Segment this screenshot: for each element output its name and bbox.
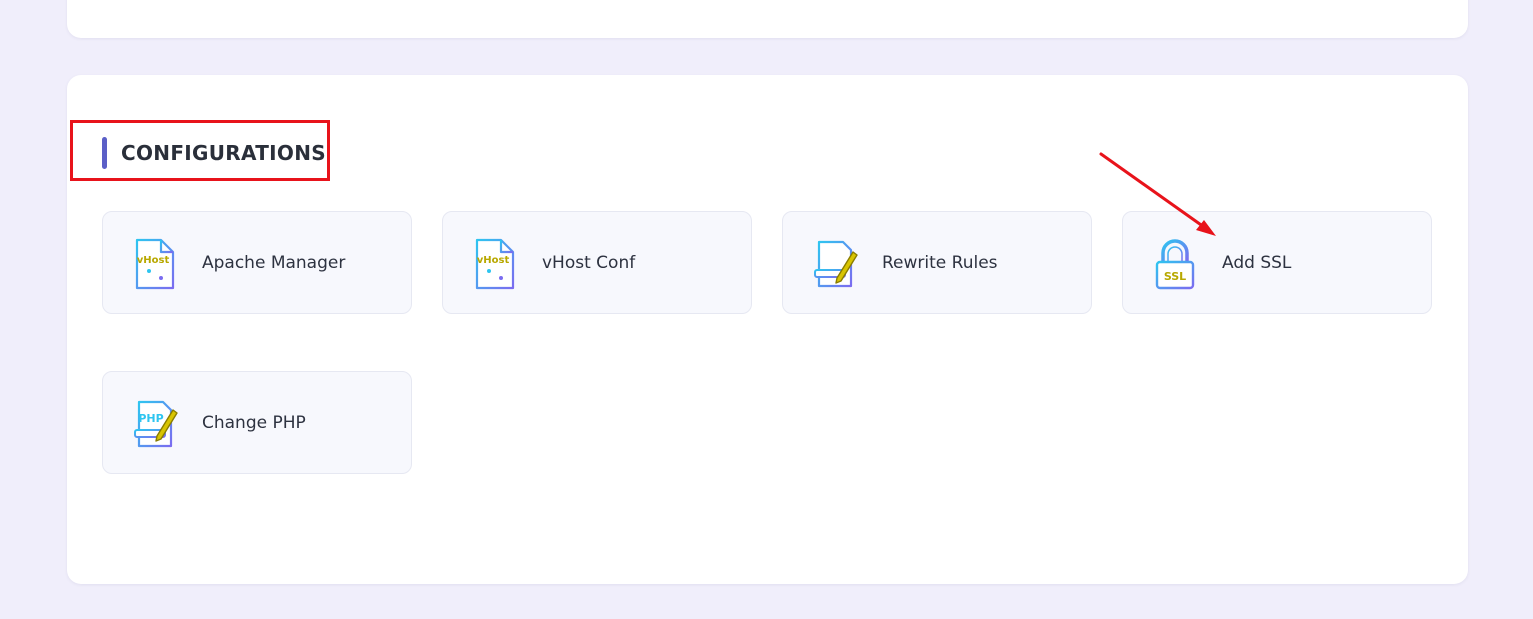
tile-vhost-conf[interactable]: vHost vHost Conf	[442, 211, 752, 314]
tile-rewrite-rules[interactable]: Rewrite Rules	[782, 211, 1092, 314]
tile-label: Add SSL	[1222, 252, 1292, 273]
tile-label: Change PHP	[202, 412, 306, 433]
annotation-highlight-box	[70, 120, 330, 181]
tile-label: Apache Manager	[202, 252, 346, 273]
tile-apache-manager[interactable]: vHost Apache Manager	[102, 211, 412, 314]
php-file-icon: PHP	[134, 400, 178, 448]
tile-label: vHost Conf	[542, 252, 636, 273]
svg-text:SSL: SSL	[1164, 270, 1186, 283]
tile-change-php[interactable]: PHP Change PHP	[102, 371, 412, 474]
ssl-lock-icon: SSL	[1155, 239, 1195, 290]
annotation-arrow	[1099, 152, 1216, 236]
svg-text:PHP: PHP	[138, 412, 163, 425]
vhost-file-icon: vHost	[475, 238, 515, 290]
previous-section-card	[67, 0, 1468, 38]
vhost-file-icon: vHost	[135, 238, 175, 290]
document-edit-icon	[814, 240, 858, 288]
tile-label: Rewrite Rules	[882, 252, 998, 273]
svg-text:vHost: vHost	[137, 255, 170, 266]
svg-text:vHost: vHost	[477, 255, 510, 266]
